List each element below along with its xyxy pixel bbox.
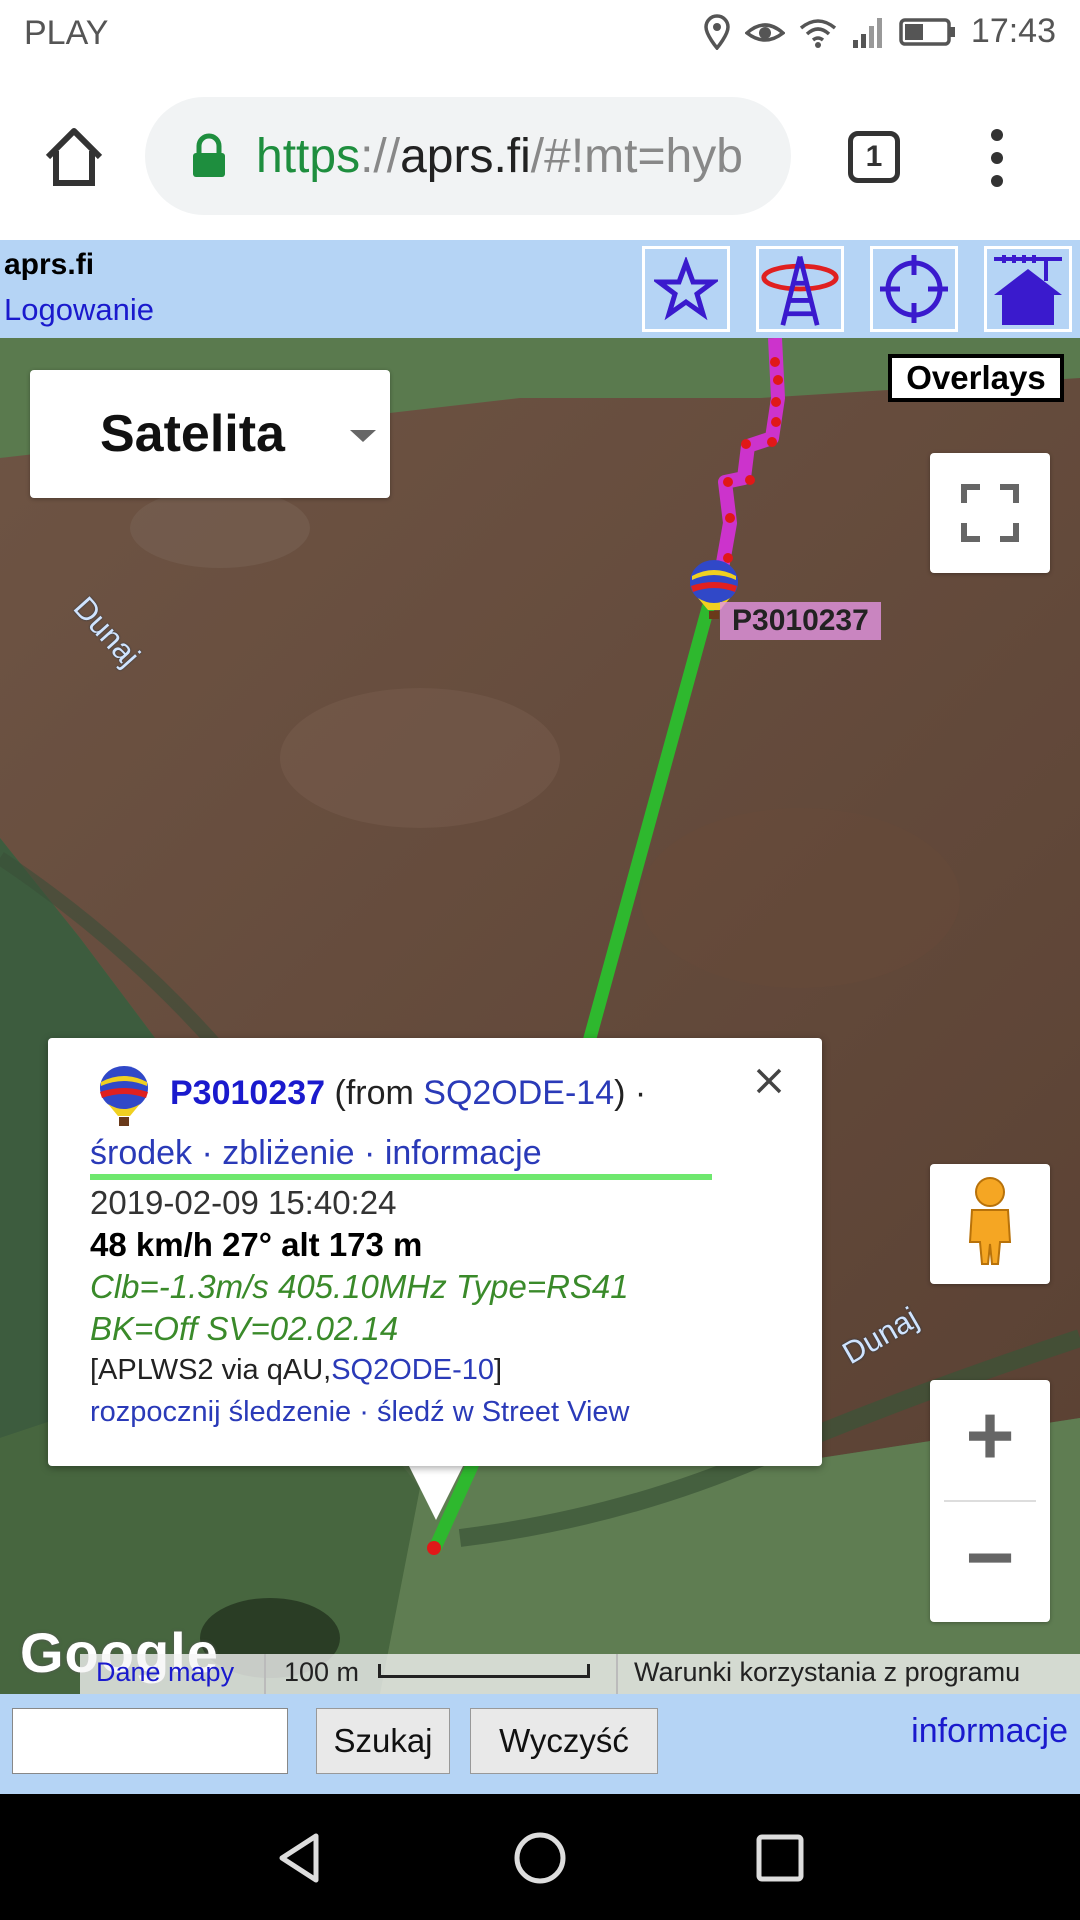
scale-label: 100 m bbox=[284, 1657, 360, 1687]
map-type-label: Satelita bbox=[100, 405, 285, 463]
status-icons: 17:43 bbox=[703, 12, 1056, 51]
favorites-button[interactable] bbox=[642, 246, 730, 332]
battery-icon bbox=[899, 17, 957, 47]
back-button[interactable] bbox=[272, 1830, 328, 1886]
stations-button[interactable] bbox=[756, 246, 844, 332]
callsign-link[interactable]: P3010237 bbox=[170, 1074, 325, 1112]
fullscreen-button[interactable] bbox=[930, 453, 1050, 573]
search-bar: Szukaj Wyczyść informacje bbox=[0, 1694, 1080, 1794]
address-bar[interactable]: https://aprs.fi/#!mt=hyb bbox=[145, 97, 791, 215]
zoom-link[interactable]: zbliżenie bbox=[222, 1134, 354, 1172]
search-button[interactable]: Szukaj bbox=[316, 1708, 450, 1774]
speed-course-altitude: 48 km/h 27° alt 173 m bbox=[90, 1226, 423, 1263]
divider bbox=[264, 1654, 266, 1694]
timestamp: 2019-02-09 15:40:24 bbox=[90, 1184, 397, 1221]
login-link[interactable]: Logowanie bbox=[4, 292, 154, 328]
pegman-icon bbox=[968, 1177, 1012, 1265]
center-link[interactable]: środek bbox=[90, 1134, 192, 1172]
crosshair-icon bbox=[880, 255, 948, 323]
info-links: środek · zbliżenie · informacje bbox=[90, 1134, 542, 1172]
browser-menu-button[interactable] bbox=[985, 127, 1009, 189]
about-link[interactable]: informacje bbox=[911, 1712, 1068, 1751]
site-name: aprs.fi bbox=[4, 248, 95, 281]
zoom-out-button[interactable]: − bbox=[930, 1502, 1050, 1620]
comment-line: Clb=-1.3m/s 405.10MHz Type=RS41 bbox=[90, 1268, 629, 1305]
radio-tower-icon bbox=[761, 256, 839, 326]
lock-icon bbox=[193, 133, 225, 177]
my-station-button[interactable] bbox=[984, 246, 1072, 332]
from-station-link[interactable]: SQ2ODE-14 bbox=[423, 1074, 614, 1112]
house-antenna-icon bbox=[994, 255, 1062, 325]
zoom-control: + − bbox=[930, 1380, 1050, 1622]
home-button[interactable] bbox=[40, 123, 108, 191]
star-icon bbox=[654, 257, 718, 321]
station-info-window: P3010237 (from SQ2ODE-14) · środek · zbl… bbox=[48, 1038, 822, 1466]
android-nav-bar bbox=[0, 1794, 1080, 1920]
map-attribution: Dane mapy 100 m Warunki korzystania z pr… bbox=[80, 1654, 1080, 1694]
start-tracking-link[interactable]: rozpocznij śledzenie bbox=[90, 1396, 351, 1428]
location-icon bbox=[703, 13, 731, 50]
locate-me-button[interactable] bbox=[870, 246, 958, 332]
url-text: https://aprs.fi/#!mt=hyb bbox=[256, 129, 743, 183]
street-view-pegman-button[interactable] bbox=[930, 1164, 1050, 1284]
zoom-in-button[interactable]: + bbox=[930, 1380, 1050, 1498]
home-icon bbox=[45, 128, 103, 186]
info-actions: rozpocznij śledzenie · śledź w Street Vi… bbox=[90, 1396, 630, 1428]
fullscreen-icon bbox=[961, 484, 1019, 542]
info-title: P3010237 (from SQ2ODE-14) · bbox=[170, 1074, 647, 1112]
recents-button[interactable] bbox=[752, 1830, 808, 1886]
carrier-name: PLAY bbox=[24, 14, 109, 52]
signal-icon bbox=[851, 16, 885, 48]
more-vert-icon bbox=[991, 129, 1003, 187]
balloon-icon bbox=[98, 1066, 150, 1128]
station-label[interactable]: P3010237 bbox=[720, 602, 881, 640]
map-type-selector[interactable]: Satelita bbox=[30, 370, 390, 498]
aprs-header: aprs.fi Logowanie bbox=[0, 240, 1080, 338]
search-input[interactable] bbox=[12, 1708, 288, 1774]
divider bbox=[616, 1654, 618, 1694]
close-icon bbox=[756, 1068, 782, 1094]
back-icon bbox=[279, 1833, 319, 1883]
map-data-link[interactable]: Dane mapy bbox=[96, 1657, 234, 1688]
browser-toolbar: https://aprs.fi/#!mt=hyb 1 bbox=[0, 75, 1080, 241]
comment-line: BK=Off SV=02.02.14 bbox=[90, 1310, 399, 1347]
square-recents-icon bbox=[756, 1834, 804, 1882]
chevron-down-icon bbox=[350, 430, 376, 442]
terms-link[interactable]: Warunki korzystania z programu bbox=[634, 1657, 1020, 1688]
clock: 17:43 bbox=[970, 12, 1056, 50]
scale-bar bbox=[378, 1664, 590, 1678]
circle-home-icon bbox=[514, 1832, 566, 1884]
info-link[interactable]: informacje bbox=[385, 1134, 542, 1172]
status-bar: PLAY 17:43 bbox=[0, 0, 1080, 75]
tab-switcher-button[interactable]: 1 bbox=[848, 131, 900, 183]
satellite-imagery bbox=[0, 338, 1080, 1694]
overlays-button[interactable]: Overlays bbox=[888, 354, 1064, 402]
info-window-tail bbox=[408, 1464, 464, 1520]
wifi-icon bbox=[799, 16, 837, 48]
info-divider bbox=[90, 1174, 712, 1180]
street-view-track-link[interactable]: śledź w Street View bbox=[377, 1396, 630, 1428]
close-button[interactable] bbox=[754, 1066, 784, 1096]
packet-path: [APLWS2 via qAU,SQ2ODE-10] bbox=[90, 1354, 503, 1386]
clear-button[interactable]: Wyczyść bbox=[470, 1708, 658, 1774]
eye-icon bbox=[744, 17, 785, 47]
home-nav-button[interactable] bbox=[512, 1830, 568, 1886]
igate-link[interactable]: SQ2ODE-10 bbox=[331, 1354, 494, 1386]
map-view[interactable]: Dunaj Dunaj P3010237 Satelita Overlays +… bbox=[0, 338, 1080, 1694]
